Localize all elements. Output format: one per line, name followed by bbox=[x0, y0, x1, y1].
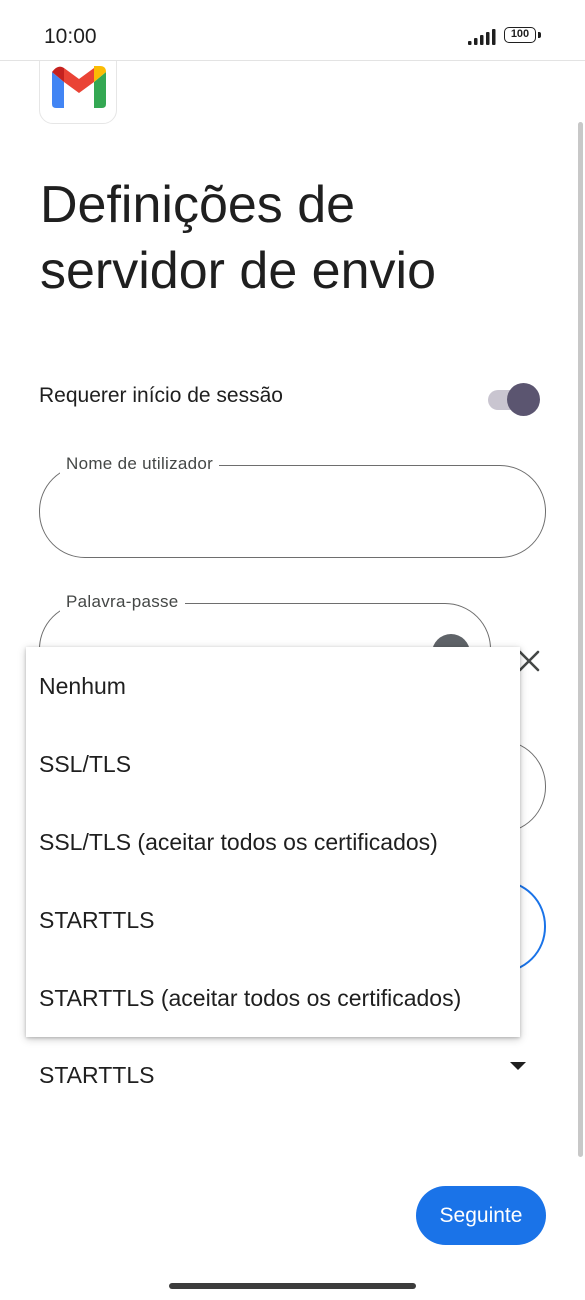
security-type-menu: Nenhum SSL/TLS SSL/TLS (aceitar todos os… bbox=[26, 647, 520, 1037]
require-login-toggle[interactable] bbox=[488, 382, 542, 416]
screen: 10:00 100 Definições de servidor de envi… bbox=[0, 0, 585, 1300]
signal-icon bbox=[468, 29, 496, 45]
toggle-thumb bbox=[507, 383, 540, 416]
battery-tip bbox=[538, 32, 541, 38]
username-field-label: Nome de utilizador bbox=[60, 454, 220, 474]
menu-item-starttls-accept-all[interactable]: STARTTLS (aceitar todos os certificados) bbox=[26, 959, 520, 1037]
status-time: 10:00 bbox=[44, 25, 97, 48]
menu-item-starttls[interactable]: STARTTLS bbox=[26, 881, 520, 959]
battery-icon: 100 bbox=[504, 27, 542, 45]
require-login-label: Requerer início de sessão bbox=[39, 384, 283, 407]
password-field-label: Palavra-passe bbox=[60, 592, 185, 612]
menu-item-ssl-tls-accept-all[interactable]: SSL/TLS (aceitar todos os certificados) bbox=[26, 803, 520, 881]
gmail-logo-icon bbox=[52, 66, 106, 108]
dropdown-arrow-icon[interactable] bbox=[510, 1062, 526, 1070]
status-bar: 10:00 100 bbox=[0, 0, 585, 61]
security-type-select[interactable]: STARTTLS bbox=[39, 1062, 154, 1089]
scrollbar[interactable] bbox=[578, 122, 583, 1157]
page-title-line-2: servidor de envio bbox=[40, 242, 436, 300]
gesture-nav-handle[interactable] bbox=[169, 1283, 416, 1289]
menu-item-none[interactable]: Nenhum bbox=[26, 647, 520, 725]
menu-item-ssl-tls[interactable]: SSL/TLS bbox=[26, 725, 520, 803]
page-title: Definições de servidor de envio bbox=[40, 172, 560, 304]
page-title-line-1: Definições de bbox=[40, 176, 356, 234]
next-button[interactable]: Seguinte bbox=[416, 1186, 546, 1245]
battery-level: 100 bbox=[504, 27, 536, 43]
username-field[interactable]: Nome de utilizador bbox=[39, 454, 546, 558]
